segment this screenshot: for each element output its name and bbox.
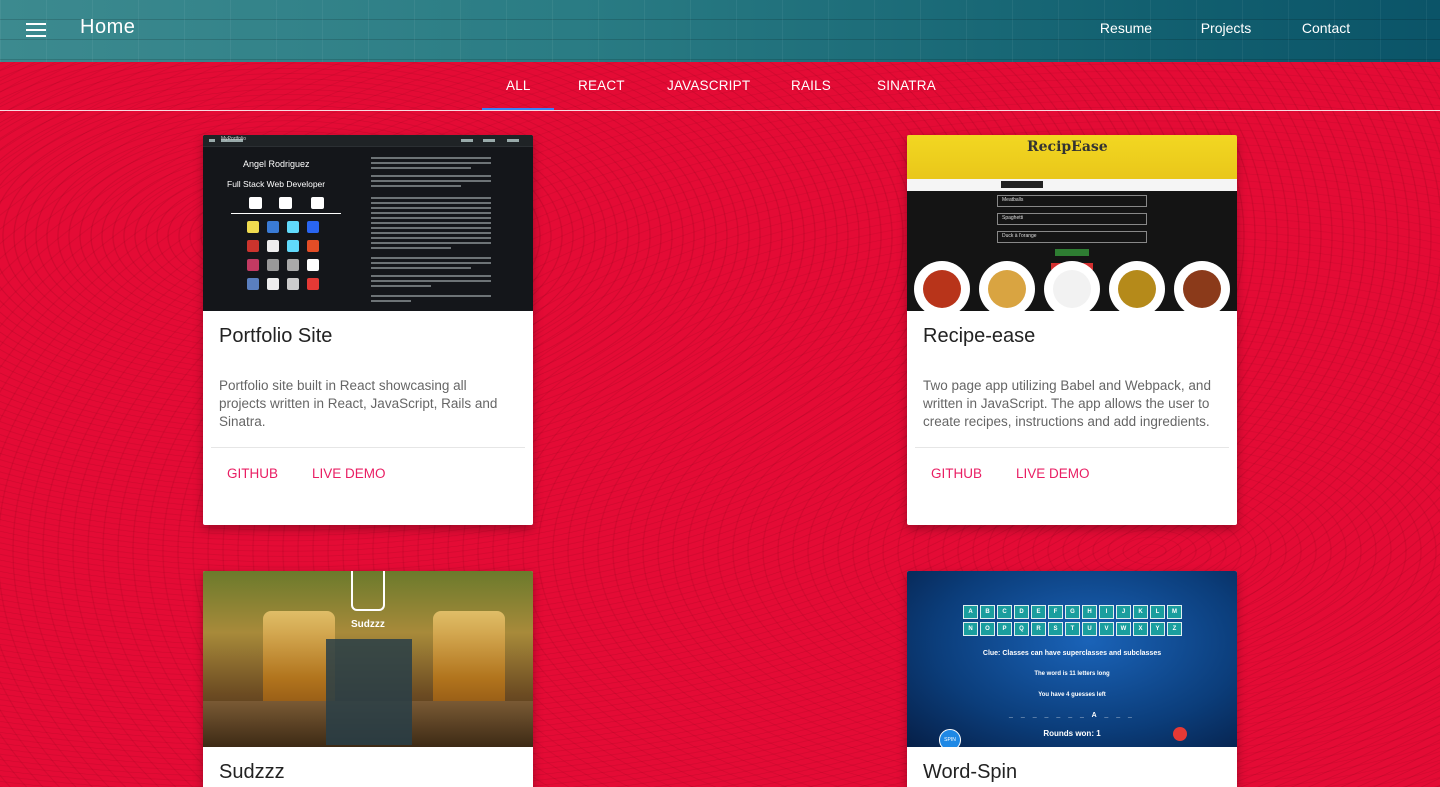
tab-sinatra[interactable]: SINATRA <box>877 78 936 93</box>
screenshot-blanks: _ _ _ _ _ _ _ A _ _ _ <box>1009 712 1135 719</box>
beer-mug-icon <box>351 571 385 611</box>
letter-key: G <box>1065 605 1080 619</box>
letter-key: J <box>1116 605 1131 619</box>
card-title: Sudzzz <box>219 761 285 783</box>
word-spin-screenshot: ABCDEFGHIJKLM NOPQRSTUVWXYZ Clue: Classes… <box>907 571 1237 747</box>
screenshot-form-panel <box>326 639 412 745</box>
letter-key: F <box>1048 605 1063 619</box>
recipe-row-label: Spaghetti <box>1002 215 1024 221</box>
live-demo-link[interactable]: LIVE DEMO <box>312 466 386 481</box>
tech-icon-grid <box>247 221 321 290</box>
project-card-sudzzz: Sudzzz Sudzzz <box>203 571 533 787</box>
github-icon <box>279 197 292 209</box>
linkedin-icon <box>249 197 262 209</box>
app-title[interactable]: Home <box>80 16 135 39</box>
tab-rails[interactable]: RAILS <box>791 78 831 93</box>
letter-key: O <box>980 622 995 636</box>
nav-projects[interactable]: Projects <box>1176 20 1276 36</box>
screenshot-word-length: The word is 11 letters long <box>1034 671 1110 677</box>
letter-key: Y <box>1150 622 1165 636</box>
letter-keyboard: ABCDEFGHIJKLM NOPQRSTUVWXYZ <box>963 605 1182 636</box>
card-description: Portfolio site built in React showcasing… <box>219 378 498 429</box>
active-tab-indicator <box>482 108 554 110</box>
live-demo-link[interactable]: LIVE DEMO <box>1016 466 1090 481</box>
nav-contact[interactable]: Contact <box>1276 20 1376 36</box>
card-title: Portfolio Site <box>219 325 333 347</box>
letter-key: W <box>1116 622 1131 636</box>
letter-key: K <box>1133 605 1148 619</box>
letter-key: Z <box>1167 622 1182 636</box>
card-title: Recipe-ease <box>923 325 1036 347</box>
screenshot-guesses: You have 4 guesses left <box>1038 692 1106 698</box>
letter-key: Q <box>1014 622 1029 636</box>
letter-key: P <box>997 622 1012 636</box>
portfolio-screenshot: MyPortfolio Angel Rodriguez Full Stack W… <box>203 135 533 311</box>
letter-key: L <box>1150 605 1165 619</box>
tab-all[interactable]: ALL <box>506 78 531 93</box>
letter-key: B <box>980 605 995 619</box>
letter-key: H <box>1082 605 1097 619</box>
letter-key: M <box>1167 605 1182 619</box>
letter-key: D <box>1014 605 1029 619</box>
recipe-ease-screenshot: RecipEase Meatballs Spaghetti Duck à l'o… <box>907 135 1237 311</box>
letter-key: A <box>963 605 978 619</box>
tab-react[interactable]: REACT <box>578 78 625 93</box>
spin-button: SPIN <box>939 729 961 747</box>
letter-key: I <box>1099 605 1114 619</box>
card-actions: GITHUB LIVE DEMO <box>211 447 525 525</box>
github-link[interactable]: GITHUB <box>227 466 278 481</box>
project-card-word-spin: ABCDEFGHIJKLM NOPQRSTUVWXYZ Clue: Classes… <box>907 571 1237 787</box>
card-description: Two page app utilizing Babel and Webpack… <box>923 378 1211 429</box>
screenshot-role: Full Stack Web Developer <box>227 179 326 189</box>
reset-icon <box>1173 727 1187 741</box>
screenshot-brand: MyPortfolio <box>221 136 247 142</box>
nav-resume[interactable]: Resume <box>1076 20 1176 36</box>
project-card-portfolio: MyPortfolio Angel Rodriguez Full Stack W… <box>203 135 533 525</box>
filter-tabs: ALL REACT JAVASCRIPT RAILS SINATRA <box>0 62 1440 111</box>
twitter-icon <box>311 197 324 209</box>
tab-javascript[interactable]: JAVASCRIPT <box>667 78 750 93</box>
letter-key: X <box>1133 622 1148 636</box>
app-bar: Home Resume Projects Contact <box>0 0 1440 62</box>
card-title: Word-Spin <box>923 761 1018 783</box>
hamburger-menu-icon[interactable] <box>22 18 50 42</box>
letter-key: V <box>1099 622 1114 636</box>
letter-key: C <box>997 605 1012 619</box>
screenshot-logo: RecipEase <box>1027 139 1108 155</box>
letter-key: U <box>1082 622 1097 636</box>
screenshot-name: Angel Rodriguez <box>243 159 310 169</box>
screenshot-logo: Sudzzz <box>351 619 385 630</box>
letter-key: S <box>1048 622 1063 636</box>
letter-key: T <box>1065 622 1080 636</box>
top-nav: Resume Projects Contact <box>1076 20 1440 36</box>
project-card-recipe-ease: RecipEase Meatballs Spaghetti Duck à l'o… <box>907 135 1237 525</box>
letter-key: E <box>1031 605 1046 619</box>
card-actions: GITHUB LIVE DEMO <box>915 447 1229 525</box>
github-link[interactable]: GITHUB <box>931 466 982 481</box>
letter-key: R <box>1031 622 1046 636</box>
recipe-row-label: Duck à l'orange <box>1002 233 1037 239</box>
sudzzz-screenshot: Sudzzz <box>203 571 533 747</box>
recipe-row-label: Meatballs <box>1002 197 1024 203</box>
screenshot-clue: Clue: Classes can have superclasses and … <box>982 650 1162 657</box>
letter-key: N <box>963 622 978 636</box>
